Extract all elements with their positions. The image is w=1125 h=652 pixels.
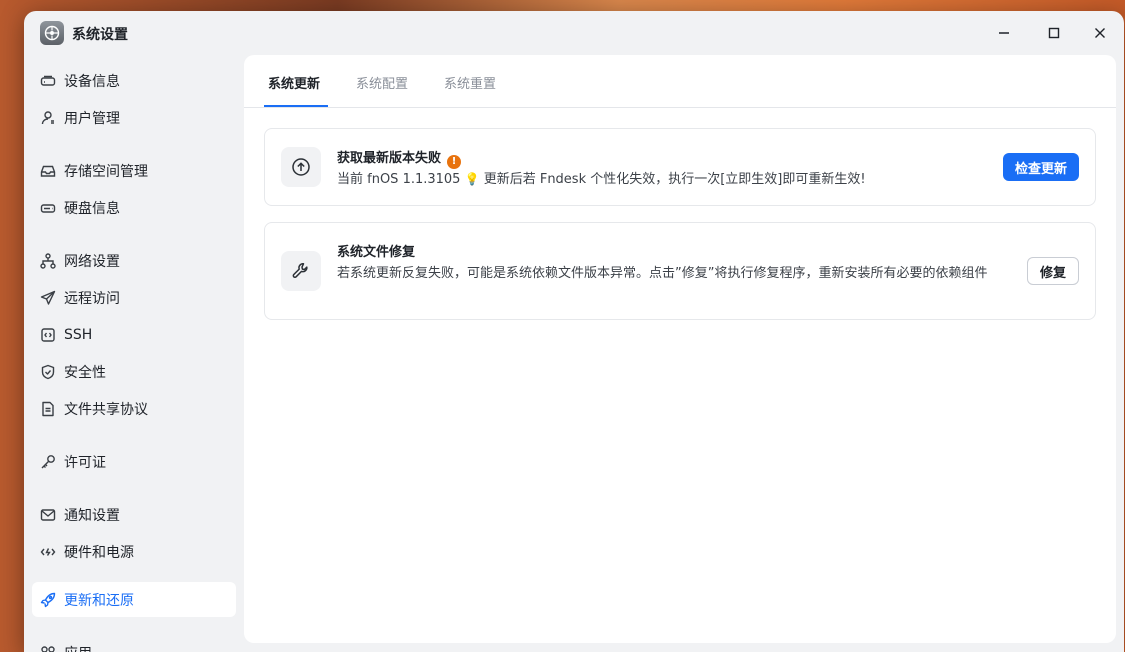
close-icon [1095, 28, 1105, 38]
sidebar-item-device-info[interactable]: 设备信息 [32, 63, 236, 98]
upload-arrow-icon [281, 147, 321, 187]
storage-icon [40, 163, 56, 179]
user-icon [40, 110, 56, 126]
sidebar-item-storage[interactable]: 存储空间管理 [32, 153, 236, 188]
update-card: 获取最新版本失败! 当前 fnOS 1.1.3105 💡 更新后若 Fndesk… [264, 128, 1096, 206]
repair-card: 系统文件修复 若系统更新反复失败，可能是系统依赖文件版本异常。点击”修复”将执行… [264, 222, 1096, 320]
lightbulb-icon: 💡 [464, 172, 480, 186]
sidebar-item-label: SSH [64, 326, 93, 343]
key-icon [40, 454, 56, 470]
update-title-text: 获取最新版本失败 [337, 151, 442, 166]
sidebar-item-update-restore[interactable]: 更新和还原 [32, 582, 236, 617]
sidebar-item-label: 安全性 [64, 364, 106, 381]
update-tip-text: 更新后若 Fndesk 个性化失效，执行一次[立即生效]即可重新生效! [483, 172, 866, 187]
terminal-icon [40, 327, 56, 343]
window-title: 系统设置 [72, 27, 128, 43]
sidebar-item-file-sharing[interactable]: 文件共享协议 [32, 391, 236, 426]
sidebar-item-label: 用户管理 [64, 110, 120, 127]
sidebar-item-label: 许可证 [64, 454, 106, 471]
sidebar-item-label: 文件共享协议 [64, 401, 148, 418]
current-version-text: 当前 fnOS 1.1.3105 [337, 172, 461, 187]
warning-icon: ! [447, 154, 462, 169]
tab-system-config[interactable]: 系统配置 [356, 73, 408, 92]
minimize-icon [999, 32, 1009, 34]
sidebar-item-remote-access[interactable]: 远程访问 [32, 280, 236, 315]
power-icon [40, 544, 56, 560]
sidebar-item-label: 应用 [64, 643, 92, 652]
tab-bar: 系统更新 系统配置 系统重置 [244, 55, 1116, 108]
tab-system-reset[interactable]: 系统重置 [444, 73, 496, 92]
mail-icon [40, 507, 56, 523]
sidebar-item-label: 更新和还原 [64, 592, 134, 609]
main-content: 系统更新 系统配置 系统重置 获取最新版本失败! 当前 fnOS 1.1.310… [244, 55, 1116, 643]
minimize-button[interactable] [994, 23, 1014, 43]
maximize-icon [1048, 27, 1060, 39]
sidebar-item-label: 硬件和电源 [64, 544, 134, 561]
close-button[interactable] [1090, 23, 1110, 43]
sidebar-item-hardware-power[interactable]: 硬件和电源 [32, 534, 236, 569]
sidebar-item-label: 远程访问 [64, 290, 120, 307]
sidebar-item-network[interactable]: 网络设置 [32, 243, 236, 278]
sidebar-item-disk-info[interactable]: 硬盘信息 [32, 190, 236, 225]
sidebar-item-ssh[interactable]: SSH [32, 317, 236, 352]
settings-app-icon [40, 21, 64, 45]
sidebar-item-label: 通知设置 [64, 507, 120, 524]
check-update-button[interactable]: 检查更新 [1002, 153, 1079, 181]
settings-window: 系统设置 设备信息 用户管理 存储空间管理 硬盘信息 网络设置 远程访问 SSH… [24, 11, 1124, 652]
sidebar-item-label: 存储空间管理 [64, 163, 148, 180]
sidebar-item-license[interactable]: 许可证 [32, 444, 236, 479]
document-icon [40, 401, 56, 417]
wrench-icon [281, 251, 321, 291]
sidebar-item-label: 硬盘信息 [64, 200, 120, 217]
send-icon [40, 290, 56, 306]
sidebar-item-user-management[interactable]: 用户管理 [32, 100, 236, 135]
update-status-title: 获取最新版本失败! [337, 147, 462, 169]
disk-icon [40, 200, 56, 216]
rocket-icon [40, 592, 56, 608]
tab-system-update[interactable]: 系统更新 [268, 73, 320, 92]
repair-description: 若系统更新反复失败，可能是系统依赖文件版本异常。点击”修复”将执行修复程序，重新… [337, 266, 988, 281]
network-icon [40, 252, 56, 269]
device-icon [40, 73, 56, 89]
shield-icon [40, 364, 56, 380]
update-description: 当前 fnOS 1.1.3105 💡 更新后若 Fndesk 个性化失效，执行一… [337, 169, 866, 190]
active-tab-indicator [264, 105, 328, 107]
sidebar-item-notifications[interactable]: 通知设置 [32, 497, 236, 532]
apps-icon [40, 645, 56, 652]
sidebar-item-security[interactable]: 安全性 [32, 354, 236, 389]
sidebar-item-apps[interactable]: 应用 [32, 635, 236, 652]
sidebar-item-label: 设备信息 [64, 73, 120, 90]
repair-title: 系统文件修复 [337, 245, 416, 260]
title-bar: 系统设置 [24, 11, 1124, 55]
sidebar-item-label: 网络设置 [64, 253, 120, 270]
repair-button[interactable]: 修复 [1026, 257, 1079, 285]
maximize-button[interactable] [1044, 23, 1064, 43]
